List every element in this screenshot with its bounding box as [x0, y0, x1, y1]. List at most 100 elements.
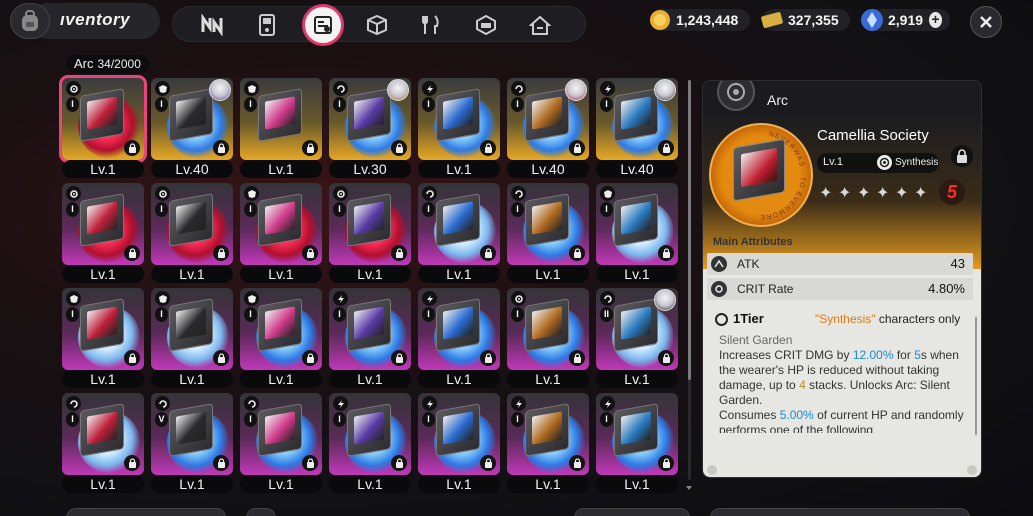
arc-item-card[interactable]: I [418, 393, 500, 475]
arc-item-card[interactable]: I [62, 393, 144, 475]
lock-icon[interactable] [480, 455, 496, 471]
arc-disk-art [525, 193, 569, 247]
ticket-currency[interactable]: 327,355 [761, 9, 850, 31]
arc-item-card[interactable]: I [596, 183, 678, 265]
arc-item-card[interactable]: I [596, 393, 678, 475]
arc-level-label: Lv.1 [151, 475, 233, 493]
arc-item-card[interactable]: I [507, 78, 589, 160]
arc-disk-art [258, 88, 302, 142]
lock-icon[interactable] [569, 350, 585, 366]
arc-item-card[interactable]: I [240, 183, 322, 265]
arc-level-label: Lv.1 [151, 265, 233, 283]
arc-item-card[interactable]: I [329, 78, 411, 160]
lock-icon[interactable] [213, 455, 229, 471]
tab-food[interactable] [419, 14, 443, 36]
arc-item-card[interactable]: I [418, 288, 500, 370]
bottom-button-left[interactable] [66, 508, 226, 516]
arc-affinity: Synthesis [895, 157, 939, 168]
lock-icon[interactable] [302, 245, 318, 261]
arc-item-card[interactable]: I [329, 183, 411, 265]
arc-item-card[interactable]: I [596, 78, 678, 160]
lock-icon[interactable] [391, 245, 407, 261]
lock-icon[interactable] [658, 350, 674, 366]
lock-icon[interactable] [658, 140, 674, 156]
top-bar: ıventory 1,243,448 327,355 2,919 + [0, 0, 1033, 48]
swirl-type-icon [422, 186, 437, 201]
tab-n-logo[interactable] [200, 14, 224, 36]
arc-item-card[interactable]: I [329, 288, 411, 370]
description-scrollbar[interactable] [975, 317, 977, 435]
arc-item-card[interactable]: I [240, 393, 322, 475]
swirl-type-icon [155, 396, 170, 411]
arc-item-card[interactable]: I [418, 78, 500, 160]
tab-cube[interactable] [365, 14, 389, 36]
arc-level-label: Lv.1 [329, 265, 411, 283]
arc-item-card[interactable]: I [507, 183, 589, 265]
lock-icon[interactable] [480, 245, 496, 261]
lock-icon[interactable] [302, 455, 318, 471]
arc-item-card[interactable]: I [240, 78, 322, 160]
arc-level-label: Lv.1 [418, 370, 500, 388]
lock-toggle-button[interactable] [951, 145, 973, 167]
lock-icon[interactable] [658, 245, 674, 261]
lock-icon[interactable] [213, 140, 229, 156]
arc-item-card[interactable]: I [507, 288, 589, 370]
lock-icon[interactable] [391, 350, 407, 366]
add-crystal-button[interactable]: + [929, 12, 942, 28]
panel-header: Arc [703, 81, 981, 117]
lock-icon[interactable] [124, 455, 140, 471]
arc-level-label: Lv.1 [240, 160, 322, 178]
scroll-down-arrow[interactable] [686, 486, 692, 490]
crystal-currency[interactable]: 2,919 + [861, 9, 950, 31]
lock-icon[interactable] [124, 140, 140, 156]
tab-package[interactable] [474, 14, 498, 36]
arc-item-card[interactable]: I [507, 393, 589, 475]
gold-currency[interactable]: 1,243,448 [650, 9, 750, 31]
lock-icon[interactable] [302, 140, 318, 156]
package-icon [476, 14, 496, 36]
lock-icon[interactable] [213, 350, 229, 366]
lock-icon[interactable] [302, 350, 318, 366]
inventory-bag-button[interactable] [10, 3, 50, 39]
arc-item-card[interactable]: I [62, 288, 144, 370]
tab-house[interactable] [528, 14, 552, 36]
shield-type-icon [600, 186, 615, 201]
lock-icon[interactable] [480, 350, 496, 366]
effect-description[interactable]: Silent Garden Increases CRIT DMG by 12.0… [719, 333, 973, 433]
shield-type-icon [155, 291, 170, 306]
lock-icon[interactable] [124, 350, 140, 366]
arc-item-card[interactable]: II [596, 288, 678, 370]
arc-level: Lv.1 [823, 156, 843, 168]
arc-item-card[interactable]: I [151, 183, 233, 265]
grid-scroll-thumb[interactable] [688, 80, 691, 380]
crystal-icon [858, 6, 886, 34]
lock-icon[interactable] [569, 245, 585, 261]
close-button[interactable] [970, 6, 1002, 38]
crystal-amount: 2,919 [888, 12, 924, 28]
arc-item-card[interactable]: I [240, 288, 322, 370]
tab-arc[interactable] [302, 4, 344, 46]
lock-icon[interactable] [213, 245, 229, 261]
tier-indicator: I [66, 97, 79, 112]
arc-disk-art [436, 193, 480, 247]
bottom-button-small[interactable] [246, 508, 276, 516]
arc-item-card[interactable]: I [329, 393, 411, 475]
arc-item-card[interactable]: I [418, 183, 500, 265]
arc-item-card[interactable]: I [151, 78, 233, 160]
lock-icon[interactable] [124, 245, 140, 261]
lock-icon[interactable] [480, 140, 496, 156]
lock-icon[interactable] [658, 455, 674, 471]
bottom-button-mid[interactable] [574, 508, 690, 516]
arc-item-card[interactable]: V [151, 393, 233, 475]
arc-item-card[interactable]: I [59, 75, 147, 163]
lock-icon[interactable] [391, 455, 407, 471]
arc-item-card[interactable]: I [62, 183, 144, 265]
lock-icon[interactable] [391, 140, 407, 156]
tier-indicator: I [333, 202, 346, 217]
arc-item-card[interactable]: I [151, 288, 233, 370]
tab-device[interactable] [255, 14, 279, 36]
lock-icon[interactable] [569, 455, 585, 471]
lock-icon[interactable] [569, 140, 585, 156]
device-icon [259, 14, 275, 36]
bottom-button-right[interactable] [710, 508, 970, 516]
